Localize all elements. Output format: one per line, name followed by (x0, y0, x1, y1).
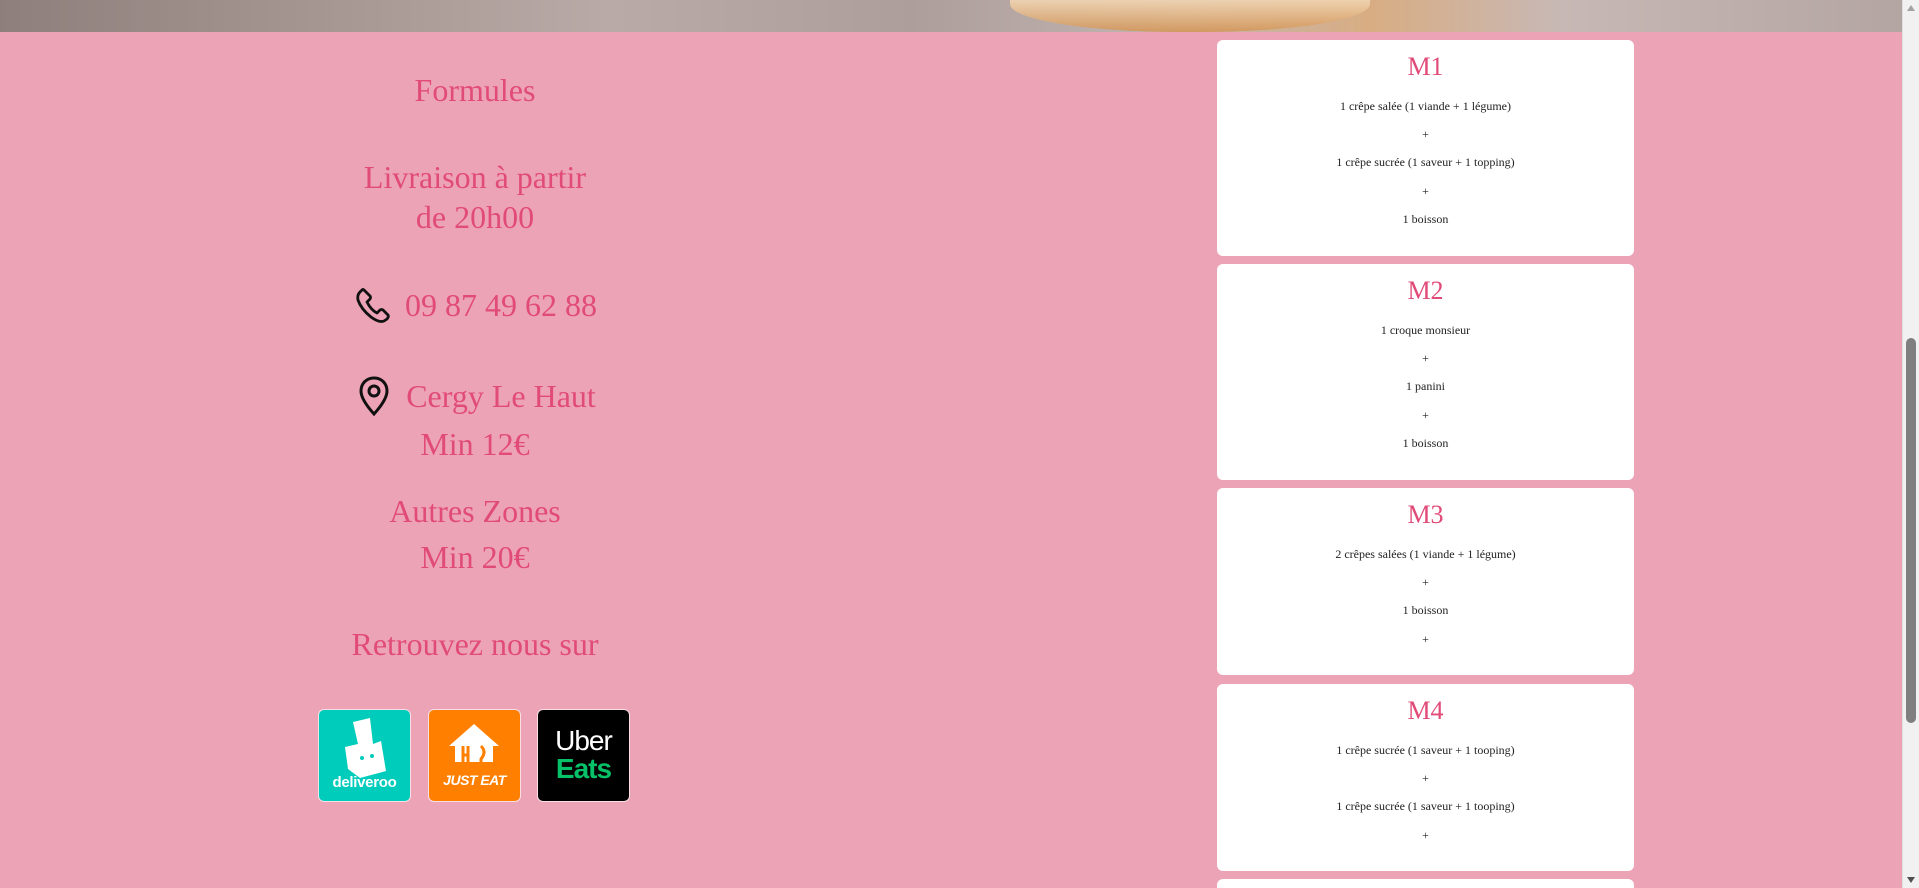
location-name: Cergy Le Haut (406, 377, 596, 414)
restaurant-page: Formules Livraison à partir de 20h00 09 … (0, 0, 1919, 888)
uber-eats-label-uber: Uber (555, 725, 613, 756)
menu-item: 1 crêpe sucrée (1 saveur + 1 tooping) (1336, 743, 1515, 757)
menu-separator: + (1422, 184, 1429, 198)
menu-title: M3 (1407, 500, 1444, 529)
menu-card-m3: M3 2 crêpes salées (1 viande + 1 légume)… (1217, 488, 1634, 675)
location-pin-icon (354, 375, 394, 417)
menu-title: M1 (1407, 52, 1444, 81)
find-us-heading: Retrouvez nous sur (351, 626, 599, 662)
menu-separator: + (1422, 351, 1429, 365)
phone-contact[interactable]: 09 87 49 62 88 (300, 282, 650, 328)
scroll-down-button[interactable] (1907, 877, 1915, 883)
phone-number[interactable]: 09 87 49 62 88 (405, 287, 597, 324)
menu-title: M2 (1407, 276, 1444, 305)
location-contact: Cergy Le Haut (300, 373, 650, 419)
menu-item: 1 panini (1406, 379, 1445, 393)
page-scrollbar[interactable] (1902, 0, 1919, 888)
formules-heading: Formules (414, 72, 536, 108)
menu-item: 1 boisson (1402, 212, 1449, 226)
just-eat-link[interactable]: JUST EAT (429, 710, 520, 801)
menu-item: 1 crêpe salée (1 viande + 1 légume) (1339, 99, 1512, 113)
menu-separator: + (1422, 575, 1429, 589)
menu-card-m1: M1 1 crêpe salée (1 viande + 1 légume) +… (1217, 40, 1634, 256)
menu-separator: + (1422, 632, 1429, 646)
menu-item: 2 crêpes salées (1 viande + 1 légume) (1335, 547, 1516, 561)
menu-separator: + (1422, 771, 1429, 785)
hero-image-strip (0, 0, 1903, 32)
menu-card-m4: M4 1 crêpe sucrée (1 saveur + 1 tooping)… (1217, 684, 1634, 871)
delivery-time-line-1: Livraison à partir (363, 159, 587, 195)
delivery-apps: deliveroo JUST EAT Uber Eats (319, 710, 631, 802)
scroll-thumb[interactable] (1906, 338, 1916, 723)
other-zones-label: Autres Zones (389, 493, 561, 529)
menu-item: 1 boisson (1402, 603, 1449, 617)
just-eat-label: JUST EAT (443, 772, 506, 788)
other-zones-minimum: Min 20€ (420, 539, 530, 575)
menu-separator: + (1422, 828, 1429, 842)
uber-eats-link[interactable]: Uber Eats (538, 710, 629, 801)
next-menu-card (1217, 879, 1634, 888)
menu-item: 1 croque monsieur (1380, 323, 1471, 337)
menu-separator: + (1422, 408, 1429, 422)
scroll-up-button[interactable] (1907, 5, 1915, 11)
location-minimum: Min 12€ (420, 426, 530, 462)
menu-title: M4 (1407, 696, 1444, 725)
phone-icon (353, 285, 393, 325)
uber-eats-label-eats: Eats (555, 753, 612, 784)
menu-item: 1 crêpe sucrée (1 saveur + 1 tooping) (1336, 799, 1515, 813)
menu-item: 1 boisson (1402, 436, 1449, 450)
menu-item: 1 crêpe sucrée (1 saveur + 1 topping) (1336, 155, 1515, 169)
menu-separator: + (1422, 127, 1429, 141)
menu-card-m2: M2 1 croque monsieur + 1 panini + 1 bois… (1217, 264, 1634, 480)
deliveroo-label: deliveroo (332, 774, 397, 791)
delivery-time-line-2: de 20h00 (415, 199, 535, 235)
deliveroo-link[interactable]: deliveroo (319, 710, 410, 801)
